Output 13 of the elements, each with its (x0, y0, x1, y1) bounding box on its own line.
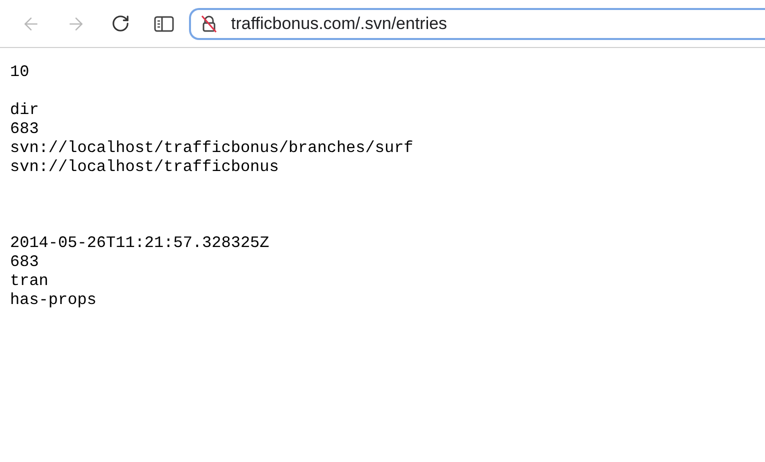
page-text-line: 683 (10, 253, 39, 272)
page-text-line: svn://localhost/trafficbonus (10, 158, 279, 177)
page-text-line: tran (10, 272, 48, 291)
page-text-line: 10 (10, 63, 30, 82)
address-bar[interactable]: trafficbonus.com/.svn/entries (189, 8, 765, 40)
page-text-line: 2014-05-26T11:21:57.328325Z (10, 234, 270, 253)
page-text-line: dir (10, 101, 39, 120)
page-text-line: 683 (10, 120, 39, 139)
page-text-line: has-props (10, 291, 96, 310)
page-text-line: svn://localhost/trafficbonus/branches/surf (10, 139, 414, 158)
reload-icon (110, 14, 130, 33)
url-text: trafficbonus.com/.svn/entries (231, 12, 448, 35)
sidebar-icon (154, 16, 174, 32)
